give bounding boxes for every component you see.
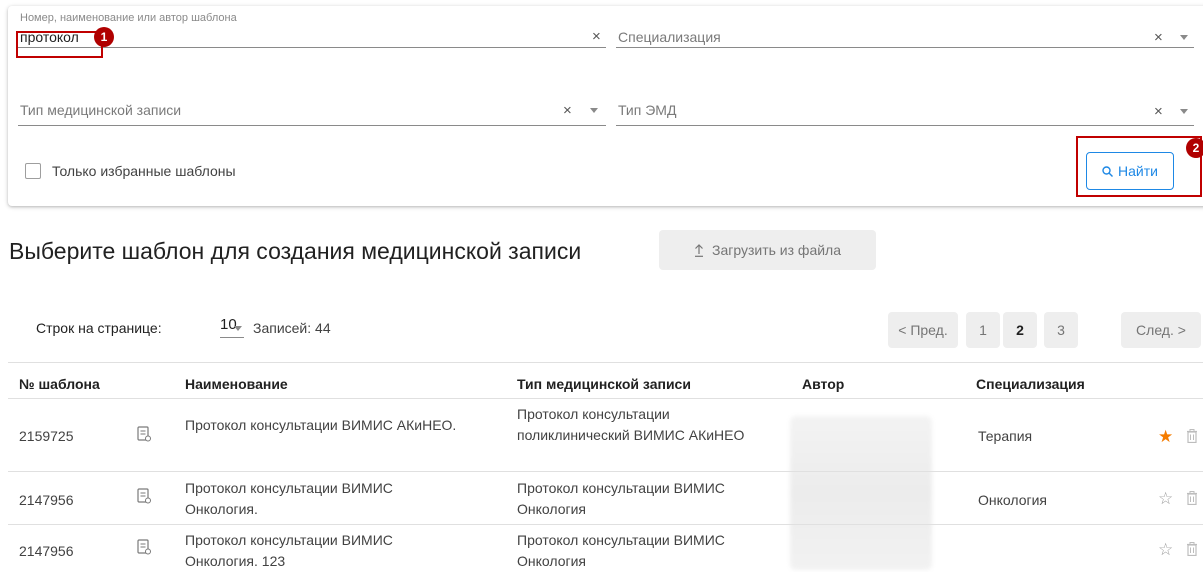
page-button-1[interactable]: 1 bbox=[966, 312, 1000, 348]
next-page-button[interactable]: След. > bbox=[1121, 312, 1201, 348]
trash-icon[interactable] bbox=[1186, 491, 1198, 505]
step-marker-1: 1 bbox=[94, 27, 114, 47]
records-count: Записей: 44 bbox=[253, 320, 331, 336]
clear-search-icon[interactable]: × bbox=[592, 29, 601, 44]
chevron-down-icon[interactable] bbox=[1180, 109, 1188, 114]
divider bbox=[8, 398, 1203, 399]
page-button-3[interactable]: 3 bbox=[1044, 312, 1078, 348]
record-type: Протокол консультации ВИМИС Онкология bbox=[517, 480, 725, 517]
highlight-search-value bbox=[16, 31, 103, 58]
column-header-number[interactable]: № шаблона bbox=[19, 376, 100, 392]
record-type-select[interactable]: Тип медицинской записи × bbox=[18, 90, 606, 126]
upload-from-file-button[interactable]: Загрузить из файла bbox=[659, 230, 876, 270]
record-type-placeholder: Тип медицинской записи bbox=[20, 102, 182, 118]
emd-type-select[interactable]: Тип ЭМД × bbox=[616, 90, 1194, 126]
favorites-only-label: Только избранные шаблоны bbox=[52, 163, 236, 179]
page-button-2[interactable]: 2 bbox=[1003, 312, 1037, 348]
author-blurred-area bbox=[790, 416, 932, 570]
favorite-star-outline-icon[interactable]: ☆ bbox=[1158, 490, 1173, 507]
record-type: Протокол консультации ВИМИС Онкология bbox=[517, 532, 725, 569]
column-header-specialization[interactable]: Специализация bbox=[976, 376, 1085, 392]
template-name: Протокол консультации ВИМИС Онкология. 1… bbox=[185, 532, 393, 569]
template-name: Протокол консультации ВИМИС Онкология. bbox=[185, 480, 393, 517]
template-number: 2147956 bbox=[19, 543, 74, 559]
trash-icon[interactable] bbox=[1186, 429, 1198, 443]
clear-specialization-icon[interactable]: × bbox=[1154, 30, 1163, 45]
document-preview-icon[interactable] bbox=[137, 426, 151, 442]
favorite-star-outline-icon[interactable]: ☆ bbox=[1158, 541, 1173, 558]
column-header-author[interactable]: Автор bbox=[802, 376, 844, 392]
record-type: Протокол консультации поликлинический ВИ… bbox=[517, 406, 745, 443]
page-title: Выберите шаблон для создания медицинской… bbox=[9, 238, 582, 264]
column-header-name[interactable]: Наименование bbox=[185, 376, 288, 392]
specialization: Онкология bbox=[978, 492, 1048, 508]
specialization-select[interactable]: Специализация × bbox=[616, 12, 1194, 48]
specialization-placeholder: Специализация bbox=[618, 29, 721, 45]
clear-emd-type-icon[interactable]: × bbox=[1154, 104, 1163, 119]
specialization: Терапия bbox=[978, 428, 1033, 444]
chevron-down-icon[interactable] bbox=[234, 326, 242, 331]
favorite-star-filled-icon[interactable]: ★ bbox=[1158, 428, 1173, 445]
prev-page-button[interactable]: < Пред. bbox=[888, 312, 958, 348]
document-preview-icon[interactable] bbox=[137, 539, 151, 555]
divider bbox=[8, 524, 1203, 525]
column-header-record-type[interactable]: Тип медицинской записи bbox=[517, 376, 691, 392]
trash-icon[interactable] bbox=[1186, 542, 1198, 556]
chevron-down-icon[interactable] bbox=[590, 108, 598, 113]
step-marker-2: 2 bbox=[1186, 138, 1203, 158]
chevron-down-icon[interactable] bbox=[1180, 35, 1188, 40]
template-number: 2147956 bbox=[19, 492, 74, 508]
upload-icon bbox=[694, 243, 703, 257]
clear-record-type-icon[interactable]: × bbox=[563, 103, 572, 118]
rows-per-page-label: Строк на странице: bbox=[36, 320, 162, 336]
template-number: 2159725 bbox=[19, 428, 74, 444]
upload-button-label: Загрузить из файла bbox=[711, 242, 842, 258]
divider bbox=[8, 362, 1203, 363]
emd-type-placeholder: Тип ЭМД bbox=[618, 102, 677, 118]
divider bbox=[8, 471, 1203, 472]
document-preview-icon[interactable] bbox=[137, 488, 151, 504]
template-name: Протокол консультации ВИМИС АКиНЕО. bbox=[185, 417, 457, 433]
filter-panel: Номер, наименование или автор шаблона пр… bbox=[8, 6, 1203, 206]
favorites-only-checkbox[interactable] bbox=[25, 163, 41, 179]
search-field-label: Номер, наименование или автор шаблона bbox=[20, 12, 237, 24]
highlight-find-button bbox=[1076, 136, 1202, 197]
